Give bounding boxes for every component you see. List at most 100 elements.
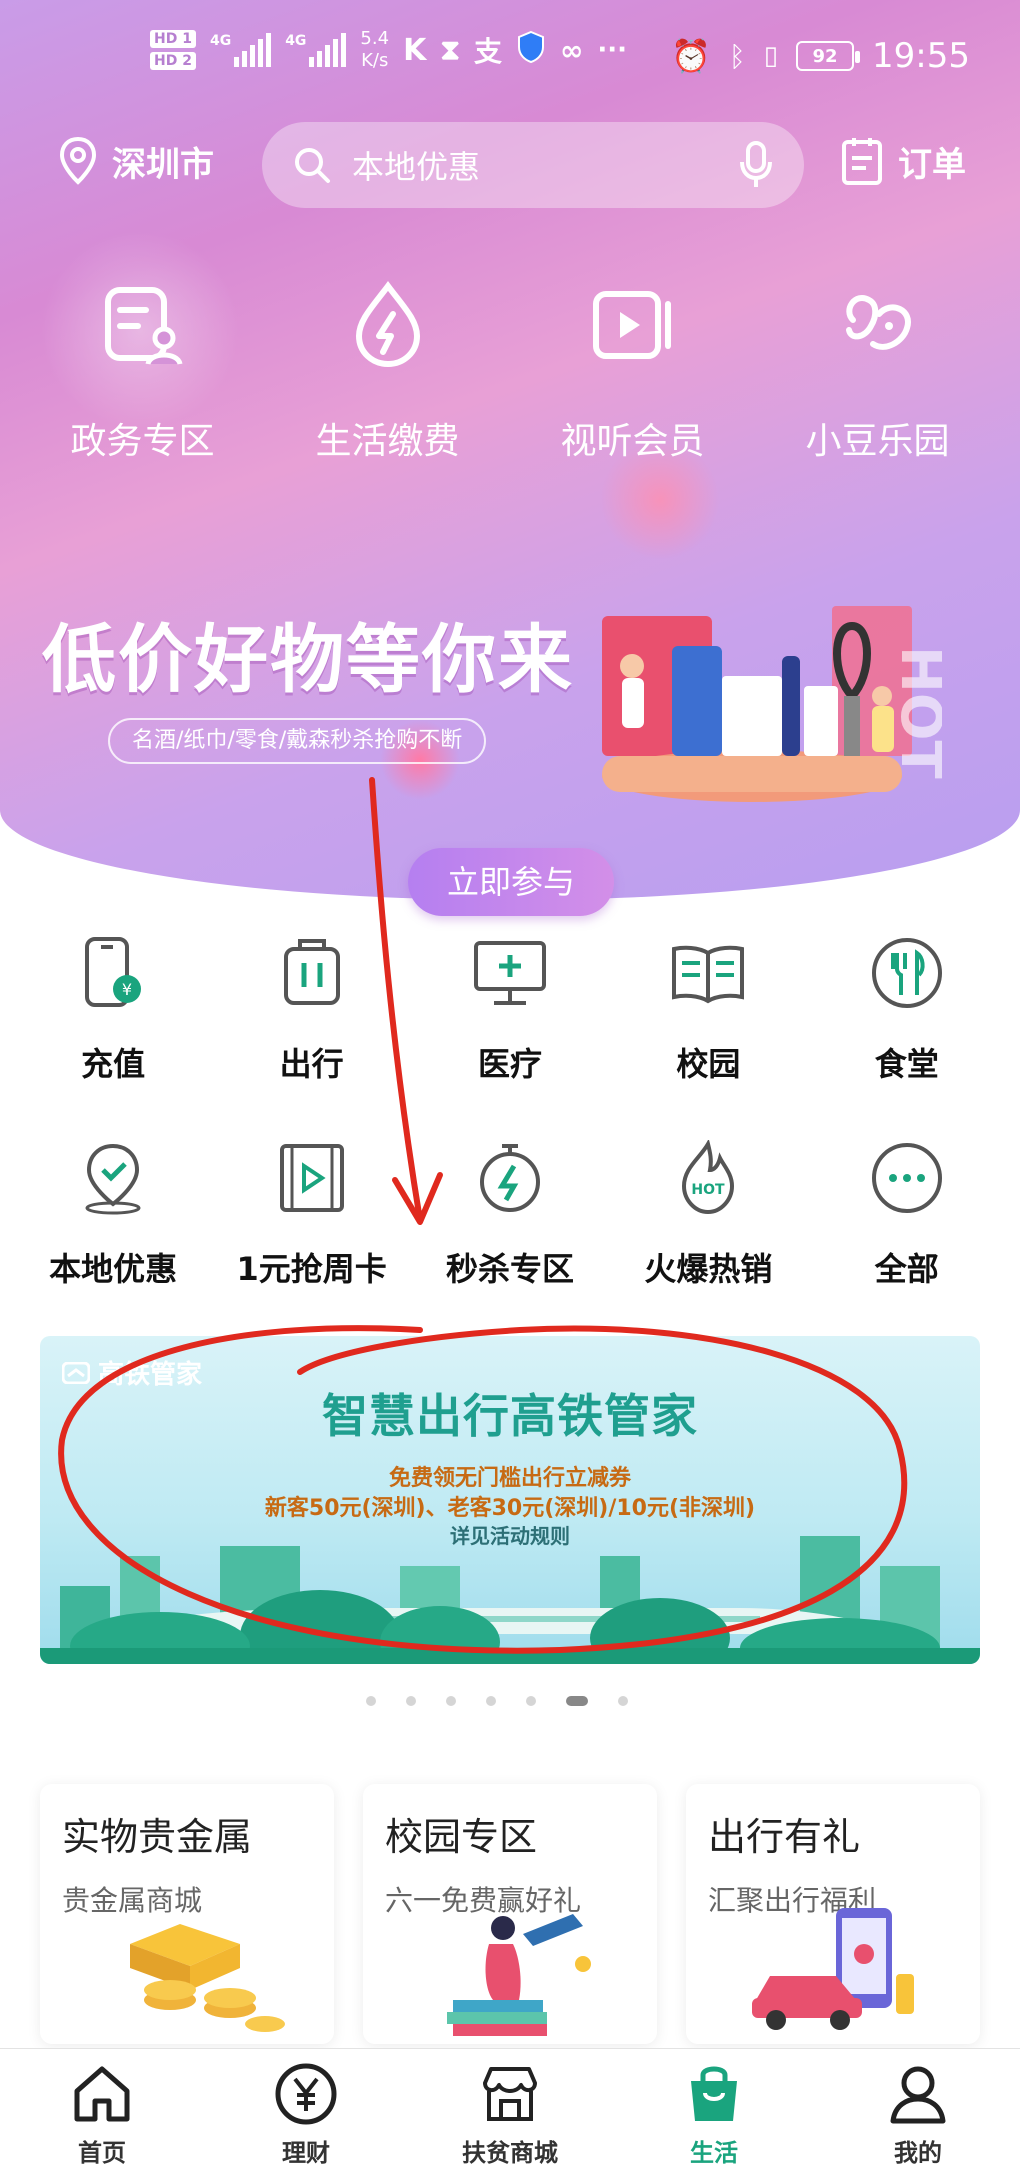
quick-link-bean-park[interactable]: 小豆乐园: [768, 280, 988, 464]
service-label: 医疗: [477, 1045, 542, 1083]
service-weekly-card[interactable]: 1元抢周卡: [217, 1140, 407, 1345]
svg-text:HOT: HOT: [888, 646, 942, 779]
shopping-bag-icon: [691, 2066, 737, 2121]
signal-1-icon: 4G: [210, 33, 272, 67]
quick-links: 政务专区 生活缴费 视听会员 小豆乐园: [0, 280, 1020, 464]
open-book-icon: [672, 945, 745, 1004]
gold-coins-illustration: [130, 1924, 285, 2032]
card-travel-gifts[interactable]: 出行有礼 汇聚出行福利: [686, 1784, 980, 2044]
tab-label: 理财: [282, 2139, 330, 2167]
clock-time: 19:55: [872, 36, 970, 76]
home-icon: [74, 2066, 130, 2122]
rail-manager-banner[interactable]: 高铁管家 智慧出行高铁管家 免费领无门槛出行立减券 新客50元(深圳)、老客30…: [40, 1336, 980, 1664]
speed-value: 5.4: [360, 28, 390, 49]
service-recharge[interactable]: ¥ 充值: [18, 935, 208, 1140]
promo-subtitle: 名酒/纸巾/零食/戴森秒杀抢购不断: [108, 718, 487, 764]
bean-icon: [845, 295, 911, 350]
quick-link-government[interactable]: 政务专区: [33, 280, 253, 464]
luggage-icon: [283, 939, 340, 1005]
carousel-dot[interactable]: [366, 1696, 376, 1706]
carousel-dot-active[interactable]: [566, 1696, 588, 1706]
car-phone-illustration: [752, 1908, 914, 2030]
fork-knife-icon: [871, 938, 942, 1008]
more-dots-icon: [871, 1143, 942, 1213]
film-play-icon: [279, 1144, 344, 1212]
vibrate-icon: ▯: [763, 41, 779, 71]
signal-2-icon: 4G: [285, 33, 347, 67]
more-notifications-icon: ···: [597, 35, 627, 65]
shop-icon: [483, 2067, 537, 2121]
service-label: 全部: [874, 1250, 939, 1288]
feature-cards: 实物贵金属 贵金属商城 校园专区 六一免费赢好礼 出行有礼 汇聚出行福利: [40, 1784, 980, 2044]
carousel-dot[interactable]: [618, 1696, 628, 1706]
yen-circle-icon: [275, 2063, 337, 2125]
join-now-button[interactable]: 立即参与: [408, 848, 614, 916]
card-title: 实物贵金属: [62, 1815, 253, 1859]
link-icon: ∞: [559, 33, 584, 67]
card-title: 出行有礼: [708, 1815, 861, 1859]
battery-icon: 92: [796, 41, 861, 71]
tab-home[interactable]: 首页: [12, 2049, 192, 2182]
promo-products-illustration: HOT: [602, 606, 942, 802]
location-label: 深圳市: [112, 144, 214, 185]
search-placeholder: 本地优惠: [352, 148, 481, 186]
video-play-icon: [592, 291, 671, 359]
service-label: 出行: [279, 1045, 344, 1083]
rail-city-scene: [40, 1536, 980, 1664]
carousel-dot[interactable]: [486, 1696, 496, 1706]
service-label: 火爆热销: [644, 1250, 773, 1288]
quick-link-label: 小豆乐园: [805, 421, 950, 462]
tab-poverty-mall[interactable]: 扶贫商城: [420, 2049, 600, 2182]
alipay-icon: 支: [473, 35, 502, 68]
quick-link-label: 视听会员: [560, 421, 705, 462]
service-flash-sale[interactable]: 秒杀专区: [415, 1140, 605, 1345]
student-books-illustration: [447, 1914, 591, 2036]
promo-title[interactable]: 低价好物等你来: [42, 600, 574, 707]
k-app-icon: K: [403, 32, 427, 68]
bluetooth-icon: ᛒ: [728, 39, 746, 73]
medical-monitor-icon: [473, 941, 546, 1005]
tab-finance[interactable]: 理财: [216, 2049, 396, 2182]
location-selector[interactable]: 深圳市: [58, 136, 214, 186]
service-hot-sale[interactable]: HOT 火爆热销: [613, 1140, 803, 1345]
shield-icon: [516, 30, 546, 70]
carousel-indicator: [366, 1696, 628, 1706]
hourglass-icon: ⧗: [440, 33, 460, 66]
service-label: 食堂: [874, 1045, 939, 1083]
quick-link-bill-pay[interactable]: 生活缴费: [278, 280, 498, 464]
card-title: 校园专区: [385, 1815, 538, 1859]
service-all[interactable]: 全部: [812, 1140, 1002, 1345]
service-medical[interactable]: 医疗: [415, 935, 605, 1140]
orders-button[interactable]: 订单: [840, 136, 966, 186]
carousel-dot[interactable]: [526, 1696, 536, 1706]
search-icon: [295, 148, 330, 183]
net2-label: 4G: [285, 33, 307, 49]
tab-life[interactable]: 生活: [624, 2049, 804, 2182]
user-icon: [890, 2066, 946, 2124]
services-grid: ¥ 充值 出行 医疗 校园 食堂 本地优惠 1元抢周卡 秒杀专区 HOT 火爆热…: [0, 935, 1020, 1345]
service-label: 充值: [81, 1045, 146, 1083]
carousel-dot[interactable]: [446, 1696, 456, 1706]
speed-unit: K/s: [361, 50, 389, 71]
card-campus-zone[interactable]: 校园专区 六一免费赢好礼: [363, 1784, 657, 2044]
service-canteen[interactable]: 食堂: [812, 935, 1002, 1140]
location-check-icon: [85, 1143, 141, 1215]
microphone-icon[interactable]: [738, 140, 774, 190]
card-precious-metals[interactable]: 实物贵金属 贵金属商城: [40, 1784, 334, 2044]
service-local-deals[interactable]: 本地优惠: [18, 1140, 208, 1345]
search-bar[interactable]: 本地优惠: [262, 122, 804, 208]
carousel-dot[interactable]: [406, 1696, 416, 1706]
hot-flame-icon: HOT: [682, 1140, 735, 1215]
quick-link-av-member[interactable]: 视听会员: [523, 280, 743, 464]
network-speed: 5.4 K/s: [360, 28, 389, 72]
hd1-label: HD 1: [150, 30, 196, 48]
service-label: 本地优惠: [49, 1250, 178, 1288]
flame-bolt-icon: [355, 281, 420, 368]
clipboard-icon: [842, 138, 882, 185]
service-travel[interactable]: 出行: [217, 935, 407, 1140]
service-campus[interactable]: 校园: [613, 935, 803, 1140]
tab-label: 生活: [690, 2139, 738, 2167]
svg-text:HOT: HOT: [692, 1182, 726, 1198]
orders-label: 订单: [898, 144, 966, 185]
tab-me[interactable]: 我的: [828, 2049, 1008, 2182]
